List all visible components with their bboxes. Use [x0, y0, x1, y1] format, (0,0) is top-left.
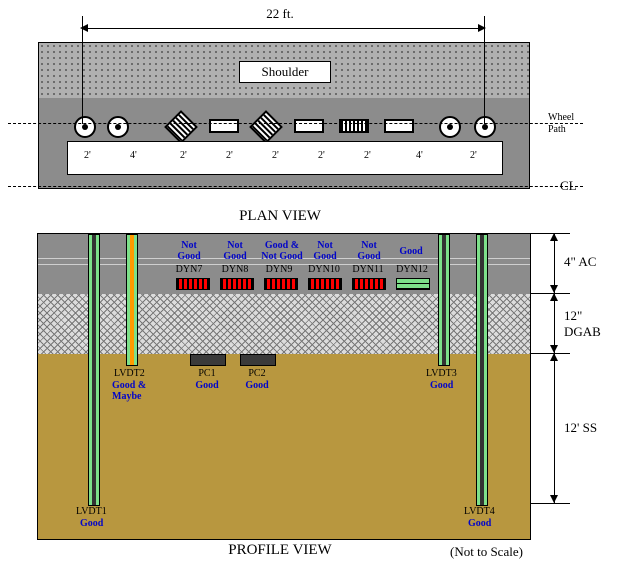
dyn11-sensor	[352, 278, 386, 290]
lvdt-target-icon	[107, 116, 129, 138]
lvdt3-status: Good	[430, 380, 453, 391]
ac-label: 4" AC	[564, 254, 596, 270]
dyn8-sensor	[220, 278, 254, 290]
spacing-label: 2'	[180, 150, 187, 161]
pc2-label: PC2	[238, 368, 276, 379]
dyn12-label: DYN12	[388, 264, 436, 275]
dyn8-status: Not Good	[214, 240, 256, 262]
arrow-up-icon	[550, 233, 558, 241]
dyn7-label: DYN7	[168, 264, 210, 275]
diagram-root: Shoulder 2' 4' 2' 2' 2' 2' 2' 4' 2'	[0, 0, 624, 575]
dyn9-sensor	[264, 278, 298, 290]
dyn-rect-icon	[384, 119, 414, 133]
tick	[530, 503, 570, 504]
dyn-rect-icon	[209, 119, 239, 133]
dyn12-status: Good	[390, 246, 432, 257]
dyn11-label: DYN11	[344, 264, 392, 275]
dyn10-sensor	[308, 278, 342, 290]
wheel-path-label: Wheel Path	[548, 112, 574, 136]
spacing-label: 4'	[130, 150, 137, 161]
dyn9-label: DYN9	[258, 264, 300, 275]
plan-overall-dim	[82, 20, 484, 36]
spacing-label: 2'	[272, 150, 279, 161]
ac-dim-line	[554, 233, 555, 293]
spacing-label: 2'	[226, 150, 233, 161]
arrow-down-icon	[550, 285, 558, 293]
dyn10-label: DYN10	[300, 264, 348, 275]
spacing-label: 2'	[318, 150, 325, 161]
spacing-label: 2'	[364, 150, 371, 161]
lvdt2-status: Good & Maybe	[112, 380, 146, 402]
dim-tick	[484, 16, 485, 124]
pc1-sensor	[190, 354, 226, 366]
dgab-layer	[38, 294, 530, 355]
arrow-down-icon	[550, 345, 558, 353]
profile-view-title: PROFILE VIEW	[190, 542, 370, 559]
lvdt-target-icon	[74, 116, 96, 138]
dgab-label: 12" DGAB	[564, 308, 614, 340]
cl-label: CL	[560, 178, 577, 194]
plan-view-panel: Shoulder 2' 4' 2' 2' 2' 2' 2' 4' 2'	[38, 42, 530, 189]
lvdt1-label: LVDT1	[76, 506, 107, 517]
lvdt1-status: Good	[80, 518, 103, 529]
wheel-path-line	[8, 123, 583, 124]
tick	[530, 233, 570, 234]
lvdt3-tube	[438, 234, 450, 366]
dyn7-sensor	[176, 278, 210, 290]
lvdt4-tube	[476, 234, 488, 506]
plan-sensor-row	[39, 113, 529, 137]
dyn-rect-striped-icon	[339, 119, 369, 133]
lvdt-target-icon	[439, 116, 461, 138]
pc2-sensor	[240, 354, 276, 366]
pc2-status: Good	[238, 380, 276, 391]
lvdt2-tube	[126, 234, 138, 366]
dyn7-status: Not Good	[168, 240, 210, 262]
lvdt1-tube	[88, 234, 100, 506]
profile-panel: Not Good DYN7 Not Good DYN8 Good & Not G…	[37, 233, 531, 540]
lvdt4-label: LVDT4	[464, 506, 495, 517]
spacing-label: 2'	[84, 150, 91, 161]
plan-spacing-box: 2' 4' 2' 2' 2' 2' 2' 4' 2'	[67, 141, 503, 175]
dyn11-status: Not Good	[348, 240, 390, 262]
dyn-rect-icon	[294, 119, 324, 133]
pc1-label: PC1	[188, 368, 226, 379]
dyn12-sensor	[396, 278, 430, 290]
lvdt-target-icon	[474, 116, 496, 138]
arrow-up-icon	[550, 293, 558, 301]
ss-dim-line	[554, 353, 555, 503]
overall-dim-label: 22 ft.	[255, 6, 305, 22]
ss-label: 12' SS	[564, 420, 597, 436]
dgab-dim-line	[554, 293, 555, 353]
arrow-up-icon	[550, 353, 558, 361]
shoulder-label: Shoulder	[239, 61, 331, 83]
dyn8-label: DYN8	[214, 264, 256, 275]
lvdt4-status: Good	[468, 518, 491, 529]
arrow-down-icon	[550, 495, 558, 503]
spacing-label: 2'	[470, 150, 477, 161]
lvdt2-label: LVDT2	[114, 368, 145, 379]
lvdt3-label: LVDT3	[426, 368, 457, 379]
pc1-status: Good	[188, 380, 226, 391]
scale-note: (Not to Scale)	[450, 544, 523, 560]
spacing-label: 4'	[416, 150, 423, 161]
dyn9-status: Good & Not Good	[254, 240, 310, 262]
dyn10-status: Not Good	[304, 240, 346, 262]
plan-view-title: PLAN VIEW	[0, 208, 560, 225]
dim-tick	[82, 16, 83, 124]
cl-line	[8, 186, 583, 187]
